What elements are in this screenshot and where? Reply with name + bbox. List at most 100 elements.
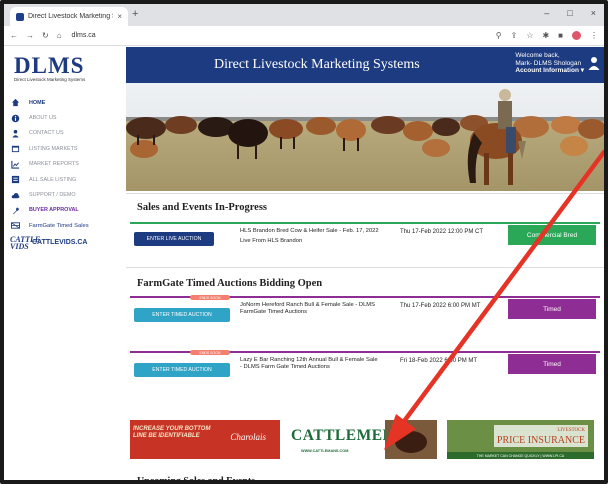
sidebar-item-support[interactable]: SUPPORT / DEMO (10, 187, 122, 202)
user-name: Mark- DLMS Shologan (515, 59, 582, 67)
menu-icon[interactable]: ⋮ (590, 31, 598, 40)
ad-text: LIVESTOCK PRICE INSURANCE (493, 425, 588, 447)
sidebar-item-label: LISTING MARKETS (29, 145, 78, 152)
cattlevids-logo: Cattle Vids (10, 234, 41, 251)
browser-window: Direct Livestock Marketing Syst... × + –… (0, 0, 608, 484)
close-window-button[interactable]: × (591, 8, 596, 18)
sidebar-item-buyer-approval[interactable]: BUYER APPROVAL (10, 203, 122, 218)
ad-logo: Charolais (230, 432, 266, 442)
sidebar: DLMS Direct Livestock Marketing Systems … (4, 47, 124, 480)
event-row: ENDS SOON ENTER TIMED AUCTION Lazy E Bar… (130, 350, 600, 385)
event-title: JoNorm Hereford Ranch Bull & Female Sale… (240, 302, 375, 316)
bookmark-icon[interactable]: ☆ (526, 31, 533, 40)
new-tab-button[interactable]: + (132, 8, 138, 20)
ad-text: INCREASE YOUR BOTTOM LINE BE IDENTIFIABL… (133, 426, 211, 439)
person-icon (10, 129, 20, 138)
info-icon (10, 114, 20, 122)
event-type-badge: Commercial Bred (508, 225, 596, 245)
cloud-icon (10, 191, 20, 199)
sidebar-item-label: CONTACT US (29, 130, 64, 137)
ad-charolais[interactable]: INCREASE YOUR BOTTOM LINE BE IDENTIFIABL… (130, 420, 280, 459)
ad-footer: THE MARKET CAN CHANGE QUICKLY | WWW.LPI.… (447, 452, 594, 459)
home-nav-icon[interactable]: ⌂ (57, 31, 62, 40)
section-title-farmgate: FarmGate Timed Auctions Bidding Open (137, 278, 323, 289)
sidebar-item-label: ABOUT US (29, 115, 57, 122)
dlms-logo[interactable]: DLMS Direct Livestock Marketing Systems (14, 53, 114, 82)
sidebar-item-contact[interactable]: CONTACT US (10, 126, 122, 141)
location-icon[interactable]: ⚲ (496, 31, 502, 40)
address-bar: ← → ↻ ⌂ dlms.ca ⚲ ⇪ ☆ ✱ ■ ⋮ (4, 26, 604, 46)
share-icon[interactable]: ⇪ (511, 31, 518, 40)
extensions-icon[interactable]: ✱ (542, 31, 549, 40)
enter-timed-auction-button[interactable]: ENTER TIMED AUCTION (134, 308, 230, 322)
forward-icon[interactable]: → (26, 31, 34, 40)
user-icon[interactable] (588, 56, 600, 70)
section-title-in-progress: Sales and Events In-Progress (137, 202, 268, 213)
event-date: Thu 17-Feb 2022 6:00 PM MT (400, 303, 481, 309)
minimize-button[interactable]: – (544, 8, 549, 18)
event-type-badge: Timed (508, 299, 596, 319)
tab-title: Direct Livestock Marketing Syst... (28, 13, 113, 20)
farmgate-icon (10, 222, 20, 230)
event-title: Lazy E Bar Ranching 12th Annual Bull & F… (240, 357, 378, 371)
ad-livestock-price-insurance[interactable]: LIVESTOCK PRICE INSURANCE THE MARKET CAN… (447, 420, 594, 459)
sidebar-item-label: ALL SALE LISTING (29, 176, 77, 183)
sidebar-item-cattlevids[interactable]: Cattle Vids CATTLEVIDS.CA (10, 234, 122, 252)
event-type-badge: Timed (508, 354, 596, 374)
event-row: ENTER LIVE AUCTION HLS Brandon Bred Cow … (130, 222, 600, 256)
account-menu[interactable]: Welcome back, Mark- DLMS Shologan Accoun… (515, 52, 584, 75)
sidebar-item-all-sale-listing[interactable]: ALL SALE LISTING (10, 172, 122, 187)
event-name: HLS Brandon Bred Cow & Heifer Sale - Feb… (240, 228, 380, 245)
logo-subtitle: Direct Livestock Marketing Systems (14, 77, 86, 82)
event-date: Thu 17-Feb 2022 12:00 PM CT (400, 229, 484, 235)
site-header: Direct Livestock Marketing Systems Welco… (126, 47, 604, 83)
sidebar-item-market-reports[interactable]: MARKET REPORTS (10, 157, 122, 172)
browser-tab[interactable]: Direct Livestock Marketing Syst... × (10, 7, 128, 26)
back-icon[interactable]: ← (10, 31, 18, 40)
sidebar-item-label: HOME (29, 99, 46, 106)
sidebar-item-label: SUPPORT / DEMO (29, 192, 76, 199)
sidebar-menu: HOME ABOUT US CONTACT US LISTING MARKETS… (10, 95, 122, 252)
ends-soon-badge: ENDS SOON (190, 350, 230, 355)
sidebar-item-listing-markets[interactable]: LISTING MARKETS (10, 141, 122, 156)
event-subtext: Live From HLS Brandon (240, 238, 303, 245)
hero-banner-cattle (126, 83, 604, 191)
ad-url: WWW.CATTLEMANS.COM (301, 449, 349, 453)
ends-soon-badge: ENDS SOON (190, 295, 230, 300)
sidebar-item-label: FarmGate Timed Sales (29, 222, 89, 229)
favicon-icon (16, 12, 24, 21)
ad-cattle-image (385, 420, 437, 459)
maximize-button[interactable]: □ (567, 8, 572, 18)
profile-avatar[interactable] (572, 31, 581, 40)
event-title: HLS Brandon Bred Cow & Heifer Sale - Feb… (240, 228, 379, 234)
sidebar-item-label: MARKET REPORTS (29, 161, 79, 168)
window-controls: – □ × (544, 8, 596, 18)
wrench-icon (10, 206, 20, 215)
event-date: Fri 18-Feb 2022 6:00 PM MT (400, 358, 478, 364)
logo-text: DLMS (14, 53, 85, 78)
enter-live-auction-button[interactable]: ENTER LIVE AUCTION (134, 232, 214, 246)
sidebar-item-label: CATTLEVIDS.CA (32, 239, 88, 247)
sidebar-item-farmgate[interactable]: FarmGate Timed Sales (10, 218, 122, 233)
divider (126, 267, 604, 268)
page-title: Direct Livestock Marketing Systems (214, 57, 420, 72)
section-title-upcoming: Upcoming Sales and Events (137, 476, 256, 484)
reload-icon[interactable]: ↻ (42, 31, 49, 40)
sidebar-item-home[interactable]: HOME (10, 95, 122, 110)
welcome-text: Welcome back, (515, 52, 560, 59)
ad-cattlemens[interactable]: CATTLEMENS WWW.CATTLEMANS.COM (287, 420, 437, 459)
url-field[interactable]: dlms.ca (72, 32, 496, 39)
sidebar-item-about[interactable]: ABOUT US (10, 110, 122, 125)
list-icon (10, 176, 20, 184)
home-icon (10, 99, 20, 107)
tab-close-icon[interactable]: × (117, 12, 122, 21)
calendar-icon (10, 145, 20, 153)
ext2-icon[interactable]: ■ (558, 31, 563, 40)
divider (126, 193, 604, 194)
enter-timed-auction-button[interactable]: ENTER TIMED AUCTION (134, 363, 230, 377)
event-row: ENDS SOON ENTER TIMED AUCTION JoNorm Her… (130, 295, 600, 330)
sidebar-item-label: BUYER APPROVAL (29, 207, 79, 214)
account-information-link[interactable]: Account Information ▾ (515, 67, 584, 75)
chart-icon (10, 160, 20, 169)
browser-tab-bar: Direct Livestock Marketing Syst... × + –… (4, 4, 604, 26)
